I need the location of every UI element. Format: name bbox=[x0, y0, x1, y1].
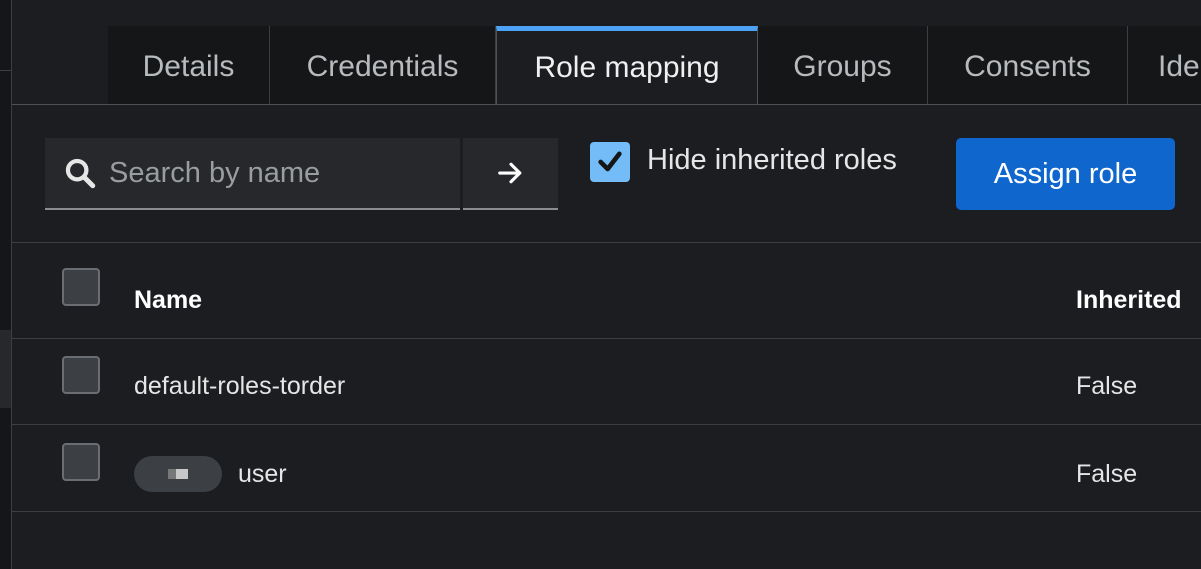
tab-groups[interactable]: Groups bbox=[758, 26, 928, 104]
assign-role-button[interactable]: Assign role bbox=[956, 138, 1175, 210]
tab-role-mapping[interactable]: Role mapping bbox=[496, 26, 758, 105]
tab-label: Role mapping bbox=[534, 51, 720, 84]
badge-mark bbox=[168, 469, 176, 479]
row-select-checkbox[interactable] bbox=[62, 443, 100, 481]
tab-consents[interactable]: Consents bbox=[928, 26, 1128, 104]
row-divider bbox=[12, 511, 1201, 512]
gutter-highlight bbox=[0, 330, 11, 408]
column-header-inherited[interactable]: Inherited bbox=[1076, 286, 1182, 315]
left-gutter bbox=[0, 0, 12, 569]
search-input[interactable] bbox=[107, 155, 441, 191]
tab-bar: Details Credentials Role mapping Groups … bbox=[108, 26, 1201, 105]
tab-label: Consents bbox=[964, 50, 1091, 83]
header-divider bbox=[12, 338, 1201, 339]
hide-inherited-roles-checkbox[interactable] bbox=[590, 142, 630, 182]
tab-label: Ide bbox=[1158, 50, 1200, 83]
badge-mark bbox=[176, 469, 188, 479]
hide-inherited-roles-label[interactable]: Hide inherited roles bbox=[647, 144, 897, 177]
role-name: default-roles-torder bbox=[134, 372, 346, 400]
tab-label: Details bbox=[142, 50, 235, 83]
role-inherited: False bbox=[1076, 460, 1138, 488]
column-header-name[interactable]: Name bbox=[134, 286, 202, 315]
tab-identity-provider-links[interactable]: Ide bbox=[1128, 26, 1201, 104]
role-inherited: False bbox=[1076, 372, 1138, 400]
search-icon bbox=[65, 158, 96, 189]
tab-bar-border bbox=[12, 104, 1201, 105]
tab-label: Credentials bbox=[306, 50, 459, 83]
tab-details[interactable]: Details bbox=[108, 26, 270, 104]
tab-credentials[interactable]: Credentials bbox=[270, 26, 496, 104]
search-submit-button[interactable] bbox=[463, 138, 558, 210]
tab-label: Groups bbox=[793, 50, 892, 83]
select-all-checkbox[interactable] bbox=[62, 268, 100, 306]
role-mapping-page: Details Credentials Role mapping Groups … bbox=[0, 0, 1201, 569]
role-name: user bbox=[238, 460, 287, 488]
search-box bbox=[45, 138, 460, 210]
arrow-right-icon bbox=[497, 162, 521, 184]
row-divider bbox=[12, 424, 1201, 425]
row-select-checkbox[interactable] bbox=[62, 356, 100, 394]
client-badge bbox=[134, 456, 222, 492]
gutter-divider bbox=[0, 70, 11, 71]
toolbar-divider bbox=[12, 242, 1201, 243]
check-icon bbox=[598, 151, 622, 172]
